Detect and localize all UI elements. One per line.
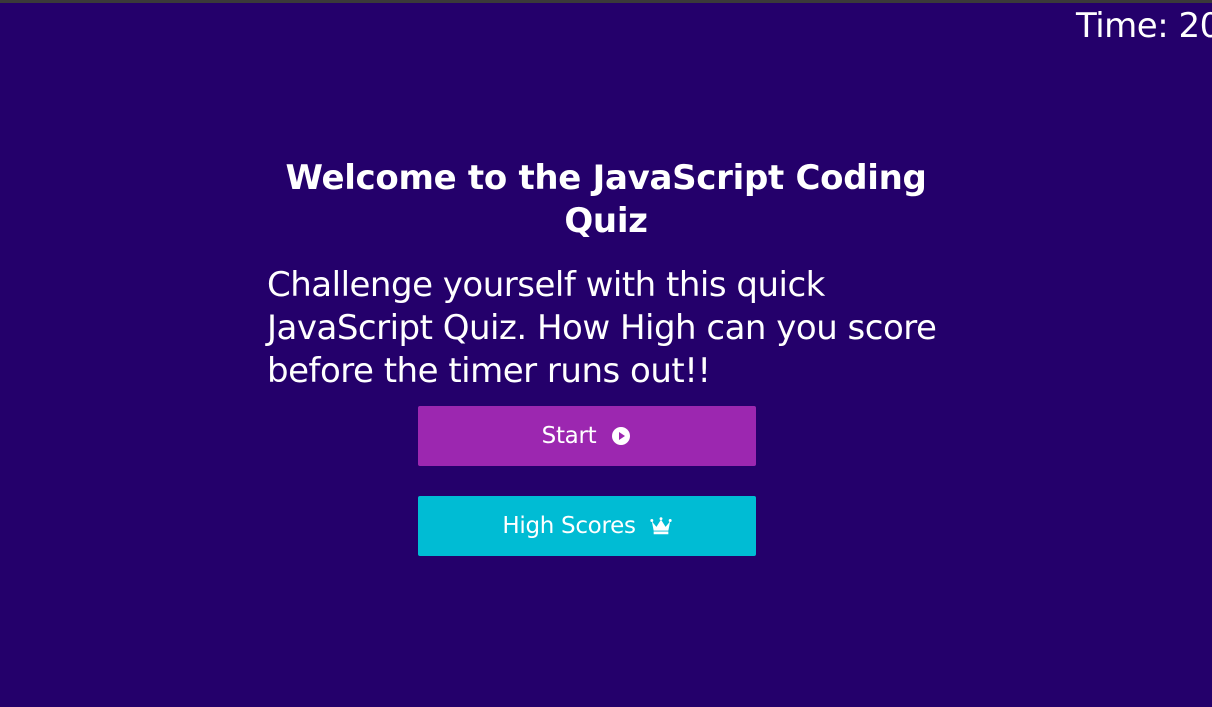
timer-display: Time: 20 xyxy=(1076,6,1212,46)
page-title: Welcome to the JavaScript Coding Quiz xyxy=(285,158,927,241)
quiz-description: Challenge yourself with this quick JavaS… xyxy=(267,265,937,391)
crown-icon xyxy=(650,515,672,537)
start-button-label: Start xyxy=(541,423,597,449)
high-scores-button[interactable]: High Scores xyxy=(418,496,756,556)
top-border xyxy=(0,0,1212,3)
high-scores-button-label: High Scores xyxy=(502,513,636,539)
play-circle-icon xyxy=(610,425,632,447)
start-button[interactable]: Start xyxy=(418,406,756,466)
